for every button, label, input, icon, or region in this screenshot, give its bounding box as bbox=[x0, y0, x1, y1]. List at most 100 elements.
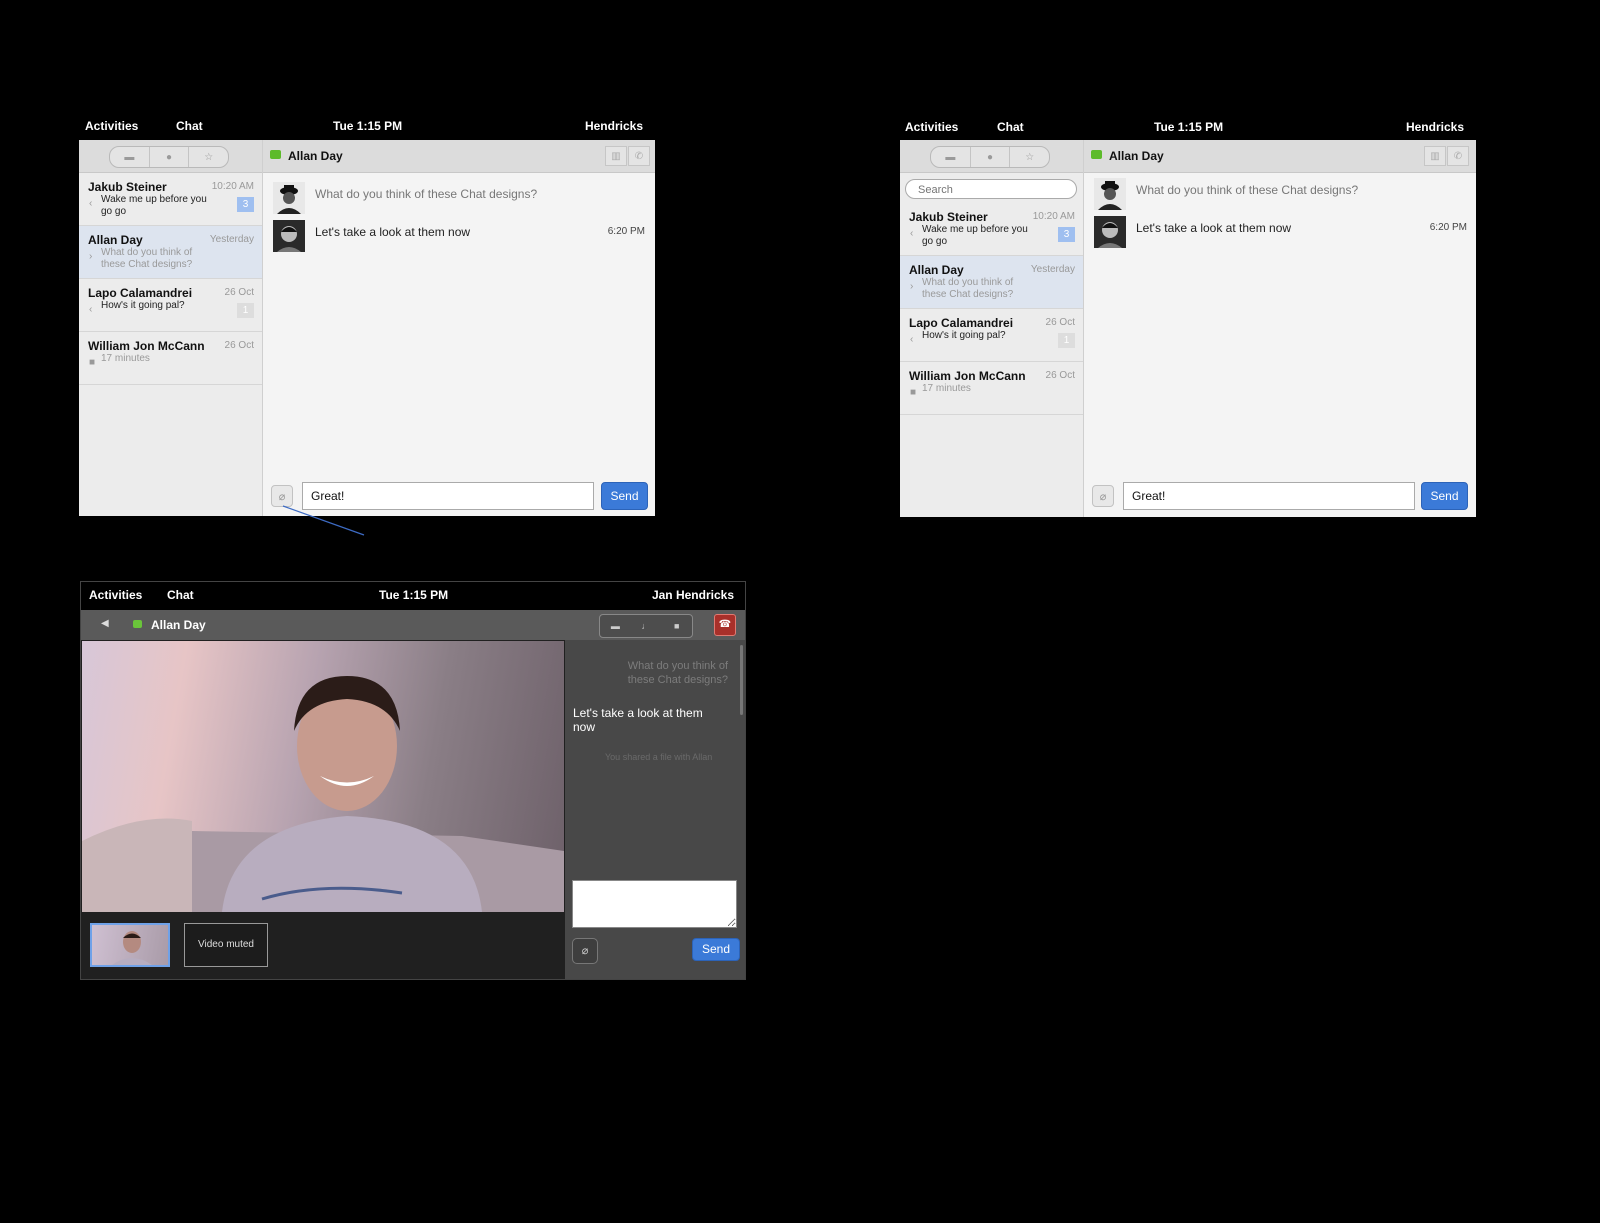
person-icon[interactable]: ● bbox=[971, 147, 1011, 167]
unread-badge: 1 bbox=[237, 303, 254, 318]
back-arrow-icon[interactable]: ◀ bbox=[101, 618, 109, 629]
call-send-button[interactable]: Send bbox=[692, 938, 740, 961]
user-menu[interactable]: Jan Hendricks bbox=[652, 588, 734, 602]
contact-time: 26 Oct bbox=[224, 287, 254, 298]
chat-window-2: Activities Chat Tue 1:15 PM Hendricks ▬ … bbox=[900, 112, 1476, 517]
unread-badge: 3 bbox=[237, 197, 254, 212]
user-menu[interactable]: Hendricks bbox=[585, 119, 643, 133]
conversation-header: Allan Day ▥ ✆ bbox=[263, 140, 655, 173]
message-row: Let's take a look at them now 6:20 PM bbox=[1094, 216, 1467, 250]
contact-time: 26 Oct bbox=[1045, 370, 1075, 381]
contact-name: Allan Day bbox=[909, 263, 964, 277]
video-muted-tile[interactable]: Video muted bbox=[184, 923, 268, 967]
avatar bbox=[273, 220, 305, 252]
scrollbar[interactable] bbox=[740, 645, 743, 715]
compose-bar: ⌀ Send bbox=[1084, 482, 1476, 510]
contact-sidebar: ▬ ● ☆ Jakub Steiner 10:20 AM ‹ Wake me u… bbox=[79, 140, 263, 516]
microphone-icon[interactable]: ♩ bbox=[631, 615, 662, 637]
app-menu[interactable]: Chat bbox=[997, 120, 1024, 134]
unread-badge: 3 bbox=[1058, 227, 1075, 242]
remote-video bbox=[82, 641, 564, 912]
presence-icon bbox=[270, 150, 281, 159]
call-chat-panel: What do you think of these Chat designs?… bbox=[565, 640, 745, 979]
self-view-thumbnail[interactable] bbox=[90, 923, 170, 967]
chat-window-1: Activities Chat Tue 1:15 PM Hendricks ▬ … bbox=[79, 112, 655, 516]
star-icon[interactable]: ☆ bbox=[189, 147, 228, 167]
trash-icon[interactable]: ▥ bbox=[605, 146, 627, 166]
incoming-arrow-icon: ‹ bbox=[89, 198, 93, 209]
contact-preview: 17 minutes bbox=[922, 383, 971, 394]
unread-badge: 1 bbox=[1058, 333, 1075, 348]
top-bar: Activities Chat Tue 1:15 PM Hendricks bbox=[79, 112, 655, 140]
user-menu[interactable]: Hendricks bbox=[1406, 120, 1464, 134]
search-input[interactable] bbox=[916, 183, 1070, 197]
contact-name: William Jon McCann bbox=[88, 339, 205, 353]
conversation-header: Allan Day ▥ ✆ bbox=[1084, 140, 1476, 173]
contact-row[interactable]: Jakub Steiner 10:20 AM ‹ Wake me up befo… bbox=[79, 173, 262, 226]
contact-row[interactable]: William Jon McCann 26 Oct ■ 17 minutes bbox=[79, 332, 262, 385]
camera-icon[interactable]: ■ bbox=[661, 615, 692, 637]
chat-bubble-icon[interactable]: ▬ bbox=[931, 147, 971, 167]
contact-time: Yesterday bbox=[209, 234, 254, 245]
message-text: Let's take a look at them now bbox=[315, 225, 471, 239]
contact-name: Lapo Calamandrei bbox=[88, 286, 193, 300]
incoming-arrow-icon: ‹ bbox=[910, 228, 914, 239]
file-share-event: You shared a file with Allan bbox=[605, 752, 713, 762]
outgoing-message: Let's take a look at them now bbox=[573, 706, 703, 734]
contact-time: Yesterday bbox=[1030, 264, 1075, 275]
activities-button[interactable]: Activities bbox=[905, 120, 958, 134]
app-menu[interactable]: Chat bbox=[176, 119, 203, 133]
contact-name: Lapo Calamandrei bbox=[909, 316, 1014, 330]
clock[interactable]: Tue 1:15 PM bbox=[1154, 120, 1223, 134]
search-field[interactable] bbox=[905, 179, 1077, 199]
contact-row-selected[interactable]: Allan Day Yesterday › What do you think … bbox=[79, 226, 262, 279]
top-bar: Activities Chat Tue 1:15 PM Hendricks bbox=[900, 112, 1476, 140]
phone-icon[interactable]: ✆ bbox=[1447, 146, 1469, 166]
clock[interactable]: Tue 1:15 PM bbox=[379, 588, 448, 602]
message-input[interactable] bbox=[1130, 483, 1410, 509]
contact-row[interactable]: William Jon McCann 26 Oct ■ 17 minutes bbox=[900, 362, 1083, 415]
contact-row[interactable]: Lapo Calamandrei 26 Oct ‹ How's it going… bbox=[900, 309, 1083, 362]
contact-row-selected[interactable]: Allan Day Yesterday › What do you think … bbox=[900, 256, 1083, 309]
star-icon[interactable]: ☆ bbox=[1010, 147, 1049, 167]
activities-button[interactable]: Activities bbox=[85, 119, 138, 133]
top-bar: Activities Chat Tue 1:15 PM Jan Hendrick… bbox=[81, 582, 745, 610]
message-text: Let's take a look at them now bbox=[1136, 221, 1292, 235]
call-message-input[interactable] bbox=[572, 880, 737, 928]
call-title: Allan Day bbox=[151, 618, 206, 632]
contact-preview: What do you think of these Chat designs? bbox=[101, 247, 193, 270]
paperclip-icon[interactable]: ⌀ bbox=[572, 938, 598, 964]
presence-icon bbox=[133, 620, 142, 628]
message-entry[interactable] bbox=[1123, 482, 1415, 510]
trash-icon[interactable]: ▥ bbox=[1424, 146, 1446, 166]
activities-button[interactable]: Activities bbox=[89, 588, 142, 602]
message-row: What do you think of these Chat designs? bbox=[273, 182, 645, 216]
contact-name: Jakub Steiner bbox=[909, 210, 988, 224]
presence-icon bbox=[1091, 150, 1102, 159]
conversation-pane: Allan Day ▥ ✆ What do you think of these… bbox=[263, 140, 655, 516]
send-button[interactable]: Send bbox=[1421, 482, 1468, 510]
paperclip-icon[interactable]: ⌀ bbox=[1092, 485, 1114, 507]
contact-time: 26 Oct bbox=[1045, 317, 1075, 328]
contact-row[interactable]: Lapo Calamandrei 26 Oct ‹ How's it going… bbox=[79, 279, 262, 332]
message-time: 6:20 PM bbox=[1429, 222, 1467, 233]
person-icon[interactable]: ● bbox=[150, 147, 190, 167]
phone-icon[interactable]: ✆ bbox=[628, 146, 650, 166]
contact-name: William Jon McCann bbox=[909, 369, 1026, 383]
clock[interactable]: Tue 1:15 PM bbox=[333, 119, 402, 133]
message-text: What do you think of these Chat designs? bbox=[315, 187, 538, 201]
contact-preview: Wake me up before you go go bbox=[922, 224, 1028, 247]
chat-bubble-icon[interactable]: ▬ bbox=[110, 147, 150, 167]
app-menu[interactable]: Chat bbox=[167, 588, 194, 602]
contact-name: Allan Day bbox=[88, 233, 143, 247]
contact-time: 26 Oct bbox=[224, 340, 254, 351]
contact-preview: 17 minutes bbox=[101, 353, 150, 364]
contact-time: 10:20 AM bbox=[211, 181, 254, 192]
contact-preview: What do you think of these Chat designs? bbox=[922, 277, 1014, 300]
chat-bubble-icon[interactable]: ▬ bbox=[600, 615, 631, 637]
avatar bbox=[273, 182, 305, 214]
message-time: 6:20 PM bbox=[607, 226, 645, 237]
hangup-icon[interactable]: ☎ bbox=[714, 614, 736, 636]
send-button[interactable]: Send bbox=[601, 482, 648, 510]
contact-row[interactable]: Jakub Steiner 10:20 AM ‹ Wake me up befo… bbox=[900, 203, 1083, 256]
